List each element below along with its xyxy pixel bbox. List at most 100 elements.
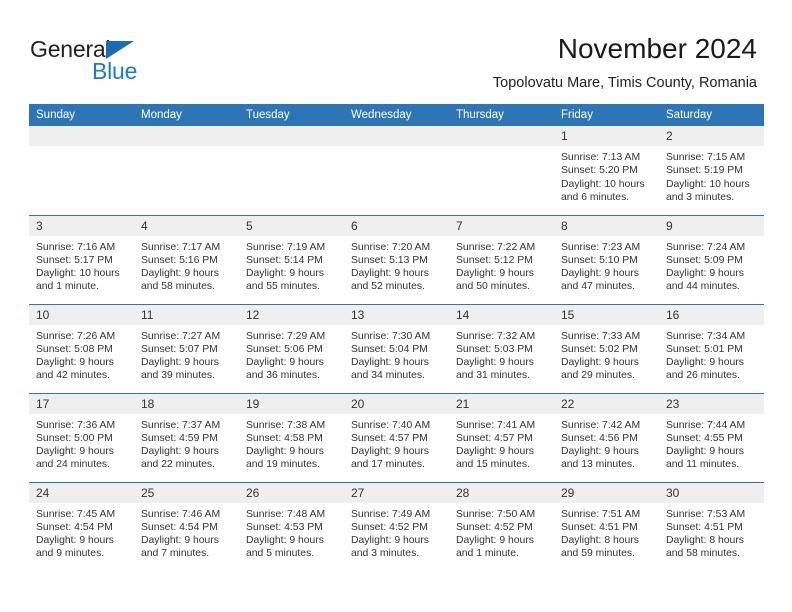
calendar-day-cell[interactable]: 15 Sunrise: 7:33 AM Sunset: 5:02 PM Dayligh… — [554, 303, 659, 393]
calendar-day-cell[interactable]: 28 Sunrise: 7:50 AM Sunset: 4:52 PM Dayligh… — [449, 481, 554, 571]
calendar-day-cell[interactable]: 8 Sunrise: 7:23 AM Sunset: 5:10 PM Daylight… — [554, 214, 659, 304]
day-number — [344, 126, 449, 146]
day-number: 12 — [239, 304, 344, 325]
calendar-day-cell[interactable]: 25 Sunrise: 7:46 AM Sunset: 4:54 PM Dayligh… — [134, 481, 239, 571]
day-sun-info: Sunrise: 7:34 AM Sunset: 5:01 PM Daylight:… — [659, 325, 764, 383]
sunset-text: Sunset: 4:52 PM — [351, 521, 428, 533]
daylight-text-line2: and 19 minutes. — [246, 459, 320, 471]
day-number: 23 — [659, 393, 764, 414]
day-number: 24 — [29, 482, 134, 503]
sunrise-text: Sunrise: 7:41 AM — [456, 419, 536, 431]
sunset-text: Sunset: 5:17 PM — [36, 254, 113, 266]
sunrise-text: Sunrise: 7:30 AM — [351, 330, 431, 342]
calendar-day-cell[interactable]: 26 Sunrise: 7:48 AM Sunset: 4:53 PM Dayligh… — [239, 481, 344, 571]
calendar-day-cell[interactable]: 16 Sunrise: 7:34 AM Sunset: 5:01 PM Dayligh… — [659, 303, 764, 393]
daylight-text-line2: and 36 minutes. — [246, 370, 320, 382]
calendar-day-cell[interactable]: 17 Sunrise: 7:36 AM Sunset: 5:00 PM Dayligh… — [29, 392, 134, 482]
calendar-day-cell[interactable]: 1 Sunrise: 7:13 AM Sunset: 5:20 PM Daylight… — [554, 126, 659, 215]
sunset-text: Sunset: 4:59 PM — [141, 432, 218, 444]
day-sun-info: Sunrise: 7:27 AM Sunset: 5:07 PM Daylight:… — [134, 325, 239, 383]
calendar-day-cell[interactable]: 11 Sunrise: 7:27 AM Sunset: 5:07 PM Dayligh… — [134, 303, 239, 393]
calendar-cell-empty — [344, 126, 449, 215]
page-title: November 2024 — [557, 33, 757, 64]
sunset-text: Sunset: 4:52 PM — [456, 521, 533, 533]
day-number: 2 — [659, 126, 764, 146]
calendar-day-cell[interactable]: 20 Sunrise: 7:40 AM Sunset: 4:57 PM Dayligh… — [344, 392, 449, 482]
sunset-text: Sunset: 5:12 PM — [456, 254, 533, 266]
calendar-day-cell[interactable]: 24 Sunrise: 7:45 AM Sunset: 4:54 PM Dayligh… — [29, 481, 134, 571]
weekday-header-tuesday: Tuesday — [239, 104, 344, 126]
day-sun-info: Sunrise: 7:22 AM Sunset: 5:12 PM Daylight:… — [449, 236, 554, 294]
calendar-day-cell[interactable]: 29 Sunrise: 7:51 AM Sunset: 4:51 PM Dayligh… — [554, 481, 659, 571]
sunset-text: Sunset: 5:08 PM — [36, 343, 113, 355]
day-number: 5 — [239, 215, 344, 236]
sunrise-text: Sunrise: 7:44 AM — [666, 419, 746, 431]
calendar-day-cell[interactable]: 30 Sunrise: 7:53 AM Sunset: 4:51 PM Dayligh… — [659, 481, 764, 571]
daylight-text-line2: and 47 minutes. — [561, 281, 635, 293]
calendar-day-cell[interactable]: 9 Sunrise: 7:24 AM Sunset: 5:09 PM Daylight… — [659, 214, 764, 304]
calendar-day-cell[interactable]: 23 Sunrise: 7:44 AM Sunset: 4:55 PM Dayligh… — [659, 392, 764, 482]
brand-logo[interactable]: General Blue — [30, 36, 210, 86]
daylight-text-line2: and 29 minutes. — [561, 370, 635, 382]
day-sun-info: Sunrise: 7:50 AM Sunset: 4:52 PM Daylight:… — [449, 503, 554, 561]
daylight-text-line1: Daylight: 9 hours — [351, 446, 429, 458]
daylight-text-line1: Daylight: 9 hours — [456, 446, 534, 458]
daylight-text-line1: Daylight: 9 hours — [351, 268, 429, 280]
sunrise-text: Sunrise: 7:13 AM — [561, 152, 641, 163]
calendar-day-cell[interactable]: 18 Sunrise: 7:37 AM Sunset: 4:59 PM Dayligh… — [134, 392, 239, 482]
day-number: 4 — [134, 215, 239, 236]
calendar-day-cell[interactable]: 2 Sunrise: 7:15 AM Sunset: 5:19 PM Daylight… — [659, 126, 764, 215]
calendar-day-cell[interactable]: 22 Sunrise: 7:42 AM Sunset: 4:56 PM Dayligh… — [554, 392, 659, 482]
calendar-day-cell[interactable]: 10 Sunrise: 7:26 AM Sunset: 5:08 PM Dayligh… — [29, 303, 134, 393]
day-number: 21 — [449, 393, 554, 414]
calendar-day-cell[interactable]: 4 Sunrise: 7:17 AM Sunset: 5:16 PM Daylight… — [134, 214, 239, 304]
day-number: 7 — [449, 215, 554, 236]
day-number: 19 — [239, 393, 344, 414]
calendar-day-cell[interactable]: 12 Sunrise: 7:29 AM Sunset: 5:06 PM Dayligh… — [239, 303, 344, 393]
sunset-text: Sunset: 5:14 PM — [246, 254, 323, 266]
sunset-text: Sunset: 4:51 PM — [666, 521, 743, 533]
calendar-cell-empty — [239, 126, 344, 215]
day-sun-info: Sunrise: 7:13 AM Sunset: 5:20 PM Daylight:… — [554, 146, 659, 204]
sunset-text: Sunset: 5:03 PM — [456, 343, 533, 355]
sunrise-text: Sunrise: 7:16 AM — [36, 241, 116, 253]
day-number: 25 — [134, 482, 239, 503]
sunset-text: Sunset: 5:02 PM — [561, 343, 638, 355]
sunset-text: Sunset: 5:10 PM — [561, 254, 638, 266]
daylight-text-line1: Daylight: 9 hours — [561, 357, 639, 369]
calendar-day-cell[interactable]: 21 Sunrise: 7:41 AM Sunset: 4:57 PM Dayligh… — [449, 392, 554, 482]
calendar-day-cell[interactable]: 6 Sunrise: 7:20 AM Sunset: 5:13 PM Daylight… — [344, 214, 449, 304]
daylight-text-line2: and 15 minutes. — [456, 459, 530, 471]
day-sun-info: Sunrise: 7:15 AM Sunset: 5:19 PM Daylight:… — [659, 146, 764, 204]
day-number — [29, 126, 134, 146]
calendar-day-cell[interactable]: 14 Sunrise: 7:32 AM Sunset: 5:03 PM Dayligh… — [449, 303, 554, 393]
daylight-text-line2: and 5 minutes. — [246, 548, 315, 560]
calendar-day-cell[interactable]: 19 Sunrise: 7:38 AM Sunset: 4:58 PM Dayligh… — [239, 392, 344, 482]
sunrise-text: Sunrise: 7:19 AM — [246, 241, 326, 253]
calendar-day-cell[interactable]: 3 Sunrise: 7:16 AM Sunset: 5:17 PM Daylight… — [29, 214, 134, 304]
calendar-day-cell[interactable]: 27 Sunrise: 7:49 AM Sunset: 4:52 PM Dayligh… — [344, 481, 449, 571]
sunset-text: Sunset: 5:07 PM — [141, 343, 218, 355]
daylight-text-line1: Daylight: 9 hours — [141, 268, 219, 280]
weekday-header-friday: Friday — [554, 104, 659, 126]
calendar-day-cell[interactable]: 5 Sunrise: 7:19 AM Sunset: 5:14 PM Daylight… — [239, 214, 344, 304]
calendar-day-cell[interactable]: 13 Sunrise: 7:30 AM Sunset: 5:04 PM Dayligh… — [344, 303, 449, 393]
sunrise-text: Sunrise: 7:37 AM — [141, 419, 221, 431]
day-sun-info: Sunrise: 7:33 AM Sunset: 5:02 PM Daylight:… — [554, 325, 659, 383]
sunset-text: Sunset: 4:51 PM — [561, 521, 638, 533]
daylight-text-line2: and 26 minutes. — [666, 370, 740, 382]
month-calendar: Sunday Monday Tuesday Wednesday Thursday… — [29, 104, 764, 571]
sunrise-text: Sunrise: 7:48 AM — [246, 508, 326, 520]
day-sun-info: Sunrise: 7:29 AM Sunset: 5:06 PM Daylight:… — [239, 325, 344, 383]
sunrise-text: Sunrise: 7:38 AM — [246, 419, 326, 431]
calendar-week-row: 10 Sunrise: 7:26 AM Sunset: 5:08 PM Dayligh… — [29, 303, 764, 393]
weekday-header-wednesday: Wednesday — [344, 104, 449, 126]
day-sun-info: Sunrise: 7:44 AM Sunset: 4:55 PM Daylight:… — [659, 414, 764, 472]
daylight-text-line2: and 22 minutes. — [141, 459, 215, 471]
weekday-header-row: Sunday Monday Tuesday Wednesday Thursday… — [29, 104, 764, 126]
calendar-day-cell[interactable]: 7 Sunrise: 7:22 AM Sunset: 5:12 PM Daylight… — [449, 214, 554, 304]
sunset-text: Sunset: 5:16 PM — [141, 254, 218, 266]
day-number: 8 — [554, 215, 659, 236]
day-number: 14 — [449, 304, 554, 325]
daylight-text-line1: Daylight: 9 hours — [36, 446, 114, 458]
